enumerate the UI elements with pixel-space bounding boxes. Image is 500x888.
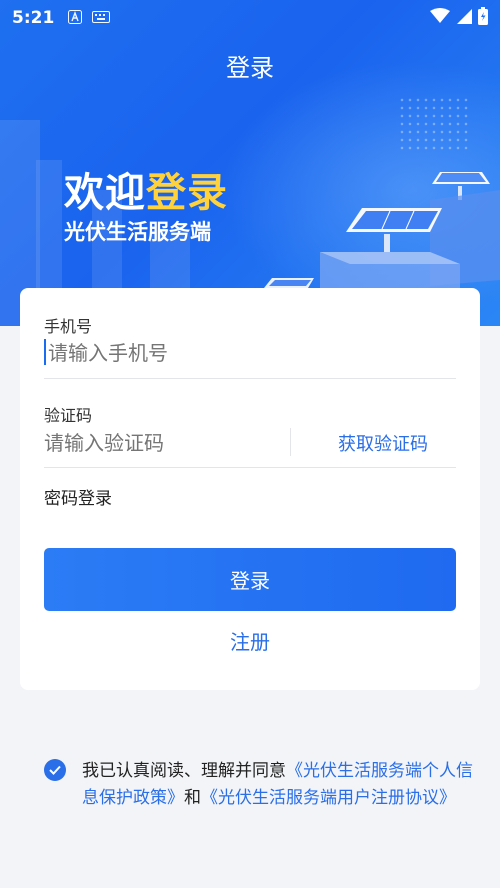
welcome-prefix: 欢迎 [64,170,146,216]
page-title: 登录 [226,54,274,82]
app-name: 光伏生活服务端 [64,220,211,244]
register-link[interactable]: 注册 [0,626,500,655]
code-label: 验证码 [44,406,93,425]
login-button[interactable]: 登录 [44,548,456,611]
agreement-checkbox[interactable] [44,759,66,781]
status-right-icons [430,6,488,30]
status-bar: 5:21 [0,0,500,36]
signal-icon [456,8,472,29]
code-input[interactable] [44,428,274,458]
battery-icon [478,6,488,30]
phone-label: 手机号 [44,317,93,336]
code-separator [290,428,291,456]
phone-input[interactable] [44,338,444,368]
password-login-link[interactable]: 密码登录 [44,484,112,509]
checkmark-icon [49,765,61,775]
code-divider [44,467,456,468]
a-box-icon [68,9,83,27]
agreement-text: 我已认真阅读、理解并同意《光伏生活服务端个人信息保护政策》和《光伏生活服务端用户… [82,758,482,812]
welcome-heading: 欢迎登录 [64,160,228,218]
status-time: 5:21 [12,8,55,28]
wifi-icon [430,7,450,29]
user-agreement-link[interactable]: 《光伏生活服务端用户注册协议》 [201,788,456,808]
get-code-button[interactable]: 获取验证码 [338,430,428,456]
agreement-conjunction: 和 [184,788,201,808]
keyboard-icon [92,10,111,26]
agreement-prefix: 我已认真阅读、理解并同意 [82,761,286,781]
welcome-highlight: 登录 [146,170,228,216]
phone-divider [44,378,456,379]
dot-pattern [398,96,470,152]
